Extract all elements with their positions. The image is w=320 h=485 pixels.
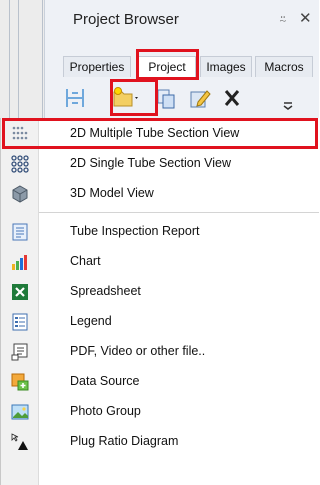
bar-chart-icon [12, 255, 27, 270]
copy-icon[interactable] [155, 86, 177, 110]
section-layout-icon[interactable] [63, 86, 87, 110]
project-browser-panel: Project Browser ⍨ ✕ Properties Project I… [44, 0, 319, 118]
menu-item-2d-multiple-tube-section-view[interactable]: 2D Multiple Tube Section View [1, 118, 319, 148]
menu-item-tube-inspection-report[interactable]: Tube Inspection Report [1, 216, 319, 246]
panel-title-bar: Project Browser ⍨ ✕ [45, 0, 319, 38]
data-source-icon [11, 373, 29, 391]
pin-icon[interactable]: ⍨ [279, 12, 287, 28]
new-item-menu: 2D Multiple Tube Section View 2D Single … [0, 118, 319, 485]
tab-properties[interactable]: Properties [63, 56, 131, 77]
menu-item-label: Spreadsheet [70, 284, 141, 298]
menu-item-pdf-video-or-other-file[interactable]: PDF, Video or other file.. [1, 336, 319, 366]
cube-icon [12, 185, 28, 203]
menu-item-3d-model-view[interactable]: 3D Model View [1, 178, 319, 208]
menu-item-label: Chart [70, 254, 101, 268]
panel-toolbar [45, 80, 319, 116]
menu-item-label: 2D Multiple Tube Section View [70, 126, 240, 140]
menu-item-label: 2D Single Tube Section View [70, 156, 231, 170]
file-icon [11, 343, 28, 361]
photo-icon [11, 404, 29, 420]
edit-icon[interactable] [188, 86, 212, 110]
menu-item-chart[interactable]: Chart [1, 246, 319, 276]
tab-macros[interactable]: Macros [255, 56, 313, 77]
overflow-icon[interactable] [281, 86, 295, 110]
menu-item-2d-single-tube-section-view[interactable]: 2D Single Tube Section View [1, 148, 319, 178]
menu-separator [39, 212, 319, 213]
panel-tabs: Properties Project Images Macros [45, 52, 319, 78]
divider [9, 0, 10, 118]
background-strip [0, 0, 44, 118]
legend-icon [12, 313, 28, 331]
panel-title: Project Browser [73, 11, 179, 28]
close-icon[interactable]: ✕ [299, 9, 312, 27]
new-item-dropdown-icon[interactable] [111, 86, 141, 110]
menu-item-label: Data Source [70, 374, 140, 388]
tube-single-icon [11, 155, 29, 173]
delete-icon[interactable] [221, 86, 243, 110]
plug-ratio-icon [11, 433, 28, 450]
divider [18, 0, 19, 118]
menu-item-label: Plug Ratio Diagram [70, 434, 179, 448]
tab-images[interactable]: Images [200, 56, 252, 77]
menu-item-label: 3D Model View [70, 186, 154, 200]
menu-item-spreadsheet[interactable]: Spreadsheet [1, 276, 319, 306]
divider [42, 0, 43, 118]
report-icon [12, 223, 28, 241]
spreadsheet-icon [12, 284, 28, 300]
menu-item-data-source[interactable]: Data Source [1, 366, 319, 396]
menu-item-label: Photo Group [70, 404, 141, 418]
menu-item-plug-ratio-diagram[interactable]: Plug Ratio Diagram [1, 426, 319, 456]
menu-item-label: PDF, Video or other file.. [70, 344, 206, 358]
tube-grid-icon [12, 126, 28, 140]
tab-project[interactable]: Project [138, 56, 196, 77]
menu-item-label: Tube Inspection Report [70, 224, 200, 238]
menu-item-label: Legend [70, 314, 112, 328]
menu-item-photo-group[interactable]: Photo Group [1, 396, 319, 426]
menu-item-legend[interactable]: Legend [1, 306, 319, 336]
